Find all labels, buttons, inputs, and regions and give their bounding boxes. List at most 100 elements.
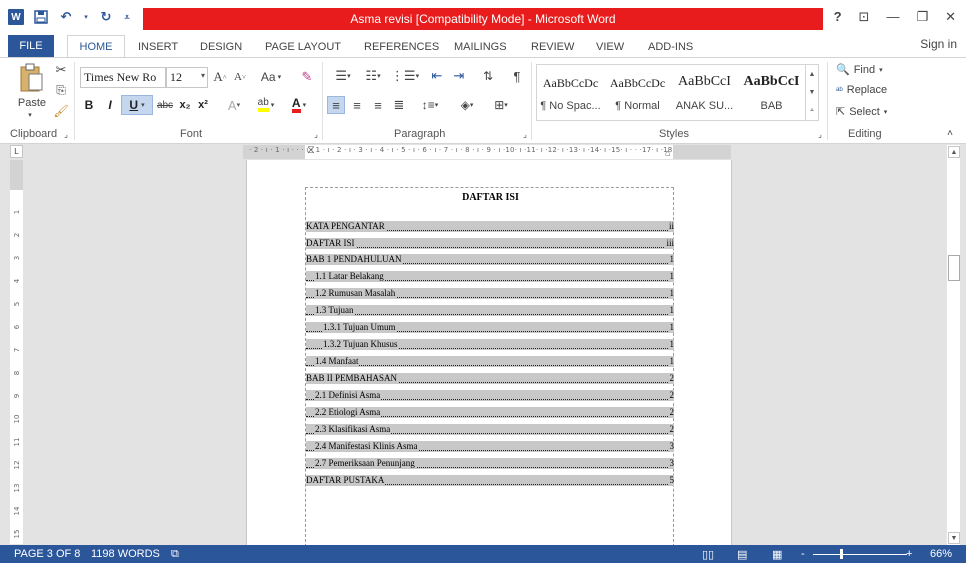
font-size-dropdown-icon[interactable]: ▾: [201, 71, 205, 80]
toc-entry[interactable]: KATA PENGANTAR ii: [306, 221, 674, 232]
shrink-font-icon[interactable]: A ˅: [232, 68, 248, 86]
tab-insert[interactable]: INSERT: [138, 36, 178, 57]
highlight-color-icon[interactable]: ab ▾: [252, 96, 280, 114]
format-painter-icon[interactable]: 🖌: [52, 102, 70, 120]
font-name-input[interactable]: Times New Ro: [80, 67, 166, 88]
collapse-ribbon-icon[interactable]: ˄: [944, 128, 956, 139]
web-layout-icon[interactable]: ▦: [772, 548, 782, 561]
bullets-icon[interactable]: ☰ ▾: [329, 67, 357, 85]
styles-more-icon[interactable]: ⩡: [810, 107, 814, 115]
restore-icon[interactable]: ❐: [916, 9, 928, 25]
clear-formatting-icon[interactable]: ✎: [298, 68, 316, 86]
paragraph-launcher-icon[interactable]: ⌟: [521, 130, 529, 139]
document-page[interactable]: DAFTAR ISI KATA PENGANTAR ii DAFTAR ISI iii…: [246, 160, 732, 547]
vertical-ruler[interactable]: 1 2 3 4 5 6 7 8 9 10 11 12 13 14 15: [10, 160, 23, 544]
change-case-button[interactable]: Aa ▾: [258, 68, 284, 86]
toc-entry[interactable]: 2.1 Definisi Asma 2: [306, 390, 674, 401]
close-icon[interactable]: ✕: [945, 9, 956, 25]
zoom-level[interactable]: 66%: [930, 548, 952, 560]
style-anak-sub[interactable]: AaBbCcI ANAK SU...: [671, 65, 738, 120]
read-mode-icon[interactable]: ▯▯: [702, 548, 714, 561]
font-launcher-icon[interactable]: ⌟: [312, 130, 320, 139]
replace-button[interactable]: ᵃᵇ Replace: [836, 84, 887, 96]
horizontal-ruler[interactable]: · 2 · ı · 1 · ı · · · ı · 1 · ı · 2 · ı …: [243, 144, 731, 159]
toc-entry[interactable]: 2.3 Klasifikasi Asma 2: [306, 424, 674, 435]
bold-button[interactable]: B: [82, 96, 96, 114]
toc-entry[interactable]: 1.3.1 Tujuan Umum 1: [306, 322, 674, 333]
zoom-slider[interactable]: [813, 554, 907, 555]
tab-home[interactable]: HOME: [67, 35, 125, 58]
indent-marker-icon[interactable]: ⧖: [307, 144, 315, 157]
italic-button[interactable]: I: [103, 96, 117, 114]
toc-entry[interactable]: 1.3.2 Tujuan Khusus 1: [306, 339, 674, 350]
find-button[interactable]: 🔍 Find ▾: [836, 63, 883, 77]
shading-icon[interactable]: ◈ ▾: [453, 96, 481, 114]
word-logo-icon[interactable]: W: [8, 9, 24, 25]
tab-file[interactable]: FILE: [8, 35, 54, 57]
superscript-button[interactable]: x²: [195, 96, 211, 114]
scroll-up-icon[interactable]: ▲: [948, 146, 960, 158]
toc-entry[interactable]: 1.4 Manfaat 1: [306, 356, 674, 367]
sort-icon[interactable]: ⇅: [479, 67, 497, 85]
save-icon[interactable]: [33, 9, 49, 25]
tab-review[interactable]: REVIEW: [531, 36, 574, 57]
numbering-icon[interactable]: ☷ ▾: [359, 67, 387, 85]
redo-icon[interactable]: ↻: [98, 9, 114, 25]
text-boundary[interactable]: DAFTAR ISI KATA PENGANTAR ii DAFTAR ISI iii…: [305, 187, 674, 547]
vertical-scrollbar[interactable]: ▲ ▼: [946, 145, 960, 545]
paste-icon[interactable]: [13, 62, 49, 94]
scroll-thumb[interactable]: [948, 255, 960, 281]
multilevel-list-icon[interactable]: ⋮☰ ▾: [391, 67, 419, 85]
zoom-in-button[interactable]: +: [906, 548, 912, 560]
help-icon[interactable]: ?: [834, 9, 842, 25]
toc-entry[interactable]: 2.7 Pemeriksaan Penunjang 3: [306, 458, 674, 469]
print-layout-icon[interactable]: ▤: [737, 548, 747, 561]
grow-font-icon[interactable]: A ˄: [212, 68, 228, 86]
undo-dropdown-icon[interactable]: ▾: [83, 9, 89, 25]
toc-entry[interactable]: 1.3 Tujuan 1: [306, 305, 674, 316]
align-left-icon[interactable]: ≡: [327, 96, 345, 114]
toc-entry[interactable]: 2.4 Manifestasi Klinis Asma 3: [306, 441, 674, 452]
word-count[interactable]: 1198 WORDS: [91, 548, 160, 560]
text-effects-icon[interactable]: A ▾: [223, 96, 245, 114]
tab-mailings[interactable]: MAILINGS: [454, 36, 507, 57]
toc-entry[interactable]: 1.2 Rumusan Masalah 1: [306, 288, 674, 299]
tab-add-ins[interactable]: ADD-INS: [648, 36, 693, 57]
toc-entry[interactable]: BAB 1 PENDAHULUAN 1: [306, 254, 674, 265]
minimize-icon[interactable]: —: [886, 9, 899, 25]
tab-design[interactable]: DESIGN: [200, 36, 242, 57]
tab-page-layout[interactable]: PAGE LAYOUT: [265, 36, 341, 57]
show-formatting-marks-icon[interactable]: ¶: [508, 67, 526, 85]
paste-dropdown-icon[interactable]: ▾: [25, 110, 35, 120]
tab-references[interactable]: REFERENCES: [364, 36, 439, 57]
proofing-icon[interactable]: ⧉: [171, 548, 179, 561]
zoom-slider-thumb[interactable]: [840, 549, 843, 559]
ribbon-display-options-icon[interactable]: ⊡: [859, 9, 870, 25]
style-bab[interactable]: AaBbCcI BAB: [738, 65, 805, 120]
toc-entry[interactable]: 1.1 Latar Belakang 1: [306, 271, 674, 282]
borders-icon[interactable]: ⊞ ▾: [487, 96, 515, 114]
styles-launcher-icon[interactable]: ⌟: [816, 130, 824, 139]
subscript-button[interactable]: x₂: [177, 96, 193, 114]
decrease-indent-icon[interactable]: ⇤: [428, 67, 446, 85]
cut-icon[interactable]: ✂: [52, 61, 70, 79]
clipboard-launcher-icon[interactable]: ⌟: [62, 130, 70, 139]
styles-down-icon[interactable]: ▼: [809, 89, 816, 96]
paste-button[interactable]: Paste: [15, 96, 49, 110]
tab-view[interactable]: VIEW: [596, 36, 624, 57]
scroll-down-icon[interactable]: ▼: [948, 532, 960, 544]
align-right-icon[interactable]: ≡: [369, 96, 387, 114]
toc-entry[interactable]: DAFTAR ISI iii: [306, 238, 674, 249]
font-color-icon[interactable]: A ▾: [286, 96, 312, 114]
undo-icon[interactable]: ↶: [58, 9, 74, 25]
sign-in-link[interactable]: Sign in: [920, 37, 957, 51]
line-spacing-icon[interactable]: ↕≡ ▾: [418, 96, 442, 114]
toc-entry[interactable]: 2.2 Etiologi Asma 2: [306, 407, 674, 418]
underline-button[interactable]: U ▾: [121, 95, 153, 115]
right-indent-marker-icon[interactable]: ⌂: [665, 148, 670, 158]
styles-up-icon[interactable]: ▲: [809, 71, 816, 78]
copy-icon[interactable]: ⎘: [52, 81, 70, 99]
strikethrough-button[interactable]: abc: [155, 96, 175, 114]
font-size-input[interactable]: 12 ▾: [166, 67, 208, 88]
customize-qat-icon[interactable]: ⩡: [123, 9, 131, 25]
